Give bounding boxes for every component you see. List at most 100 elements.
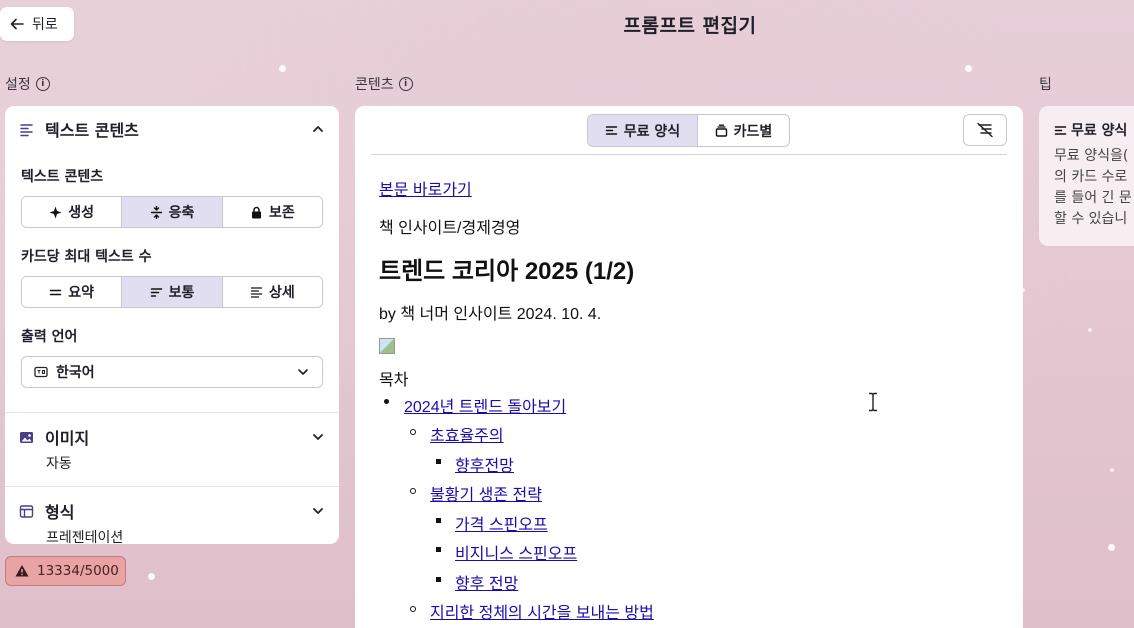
tips-line: 를 들어 긴 문 [1054, 190, 1132, 206]
freeform-icon [605, 126, 618, 135]
image-icon [20, 431, 33, 443]
background-dot [1108, 544, 1115, 551]
toc-bullet [410, 488, 416, 494]
toc-link[interactable]: 향후 전망 [455, 570, 518, 594]
tips-body: 무료 양식을( 의 카드 수로 를 들어 긴 문 할 수 있습니 [1054, 146, 1134, 230]
credit-warning-text: 13334/5000 [37, 563, 119, 579]
content-view-toggle: 무료 양식 카드별 [587, 114, 790, 147]
image-accordion-header[interactable]: 이미지 [5, 425, 339, 449]
output-language-value: 한국어 [56, 365, 95, 381]
content-panel: 무료 양식 카드별 본문 바로가기 책 인사이트/경제경영 트렌드 코리아 20… [355, 106, 1023, 628]
cards-toggle-button[interactable]: 카드별 [698, 115, 789, 146]
toc-link[interactable]: 초효율주의 [430, 422, 504, 446]
toc-bullet [436, 518, 441, 523]
tips-section-label: 팁 [1039, 74, 1052, 94]
clear-formatting-button[interactable] [963, 114, 1007, 146]
background-dot [279, 65, 286, 72]
background-dot [1110, 468, 1114, 472]
skip-to-content-link[interactable]: 본문 바로가기 [379, 182, 472, 199]
settings-panel: 텍스트 콘텐츠 텍스트 콘텐츠 생성 응축 보존 카드당 최대 텍스트 수 요약… [5, 106, 339, 544]
toc-link[interactable]: 지리한 정체의 시간을 보내는 방법 [430, 599, 654, 623]
toc-link[interactable]: 비지니스 스핀오프 [455, 540, 577, 564]
tips-title: 무료 양식 [1054, 120, 1134, 140]
format-value: 프레젠테이션 [46, 530, 124, 544]
image-title: 이미지 [19, 425, 89, 449]
toc-bullet [384, 399, 389, 404]
content-label: 콘텐츠 [355, 77, 394, 93]
format-title: 형식 [19, 499, 74, 523]
chevron-down-icon[interactable] [311, 430, 325, 444]
toc-link[interactable]: 2024년 트렌드 돌아보기 [404, 393, 566, 417]
chevron-up-icon[interactable] [311, 122, 325, 136]
mode-generate-button[interactable]: 생성 [22, 197, 123, 227]
text-lines-icon [20, 123, 33, 136]
tips-label: 팁 [1039, 77, 1052, 93]
mode-preserve-label: 보존 [268, 205, 295, 221]
toc-link[interactable]: 가격 스핀오프 [455, 511, 548, 535]
text-cursor-icon [869, 392, 877, 412]
cards-icon [715, 124, 727, 137]
amount-medium-button[interactable]: 보통 [122, 277, 223, 307]
document-preview: 본문 바로가기 책 인사이트/경제경영 트렌드 코리아 2025 (1/2) b… [379, 176, 999, 390]
lock-icon [251, 206, 261, 218]
amount-medium-label: 보통 [168, 285, 195, 301]
doc-breadcrumb: 책 인사이트/경제경영 [379, 220, 521, 237]
info-icon[interactable]: i [35, 77, 50, 91]
doc-byline: by 책 너머 인사이트 2024. 10. 4. [379, 306, 602, 323]
freeform-icon [1054, 125, 1067, 135]
output-language-label: 출력 언어 [21, 329, 78, 345]
clear-formatting-icon [977, 122, 993, 138]
credit-warning-badge[interactable]: 13334/5000 [5, 556, 126, 586]
amount-detailed-button[interactable]: 상세 [222, 277, 322, 307]
page-title: 프롬프트 편집기 [623, 15, 757, 37]
text-content-title-label: 텍스트 콘텐츠 [45, 121, 139, 140]
tips-line: 의 카드 수로 [1054, 169, 1128, 185]
background-dot [965, 65, 972, 72]
toc-link[interactable]: 불황기 생존 전략 [430, 481, 542, 505]
toc-link[interactable]: 향후전망 [455, 452, 514, 476]
layout-icon [19, 504, 34, 518]
freeform-toggle-button[interactable]: 무료 양식 [588, 115, 698, 146]
image-value: 자동 [46, 456, 72, 472]
toc-bullet [436, 577, 441, 582]
mode-condense-label: 응축 [168, 205, 195, 221]
chevron-down-icon[interactable] [311, 504, 325, 518]
tips-panel: 무료 양식 무료 양식을( 의 카드 수로 를 들어 긴 문 할 수 있습니 [1039, 106, 1134, 246]
amount-short-button[interactable]: 요약 [22, 277, 123, 307]
format-accordion-header[interactable]: 형식 [5, 499, 339, 523]
background-dot [148, 573, 155, 580]
condense-icon [150, 205, 162, 219]
divider [5, 486, 339, 487]
toolbar-divider [371, 154, 1007, 155]
info-icon[interactable]: i [398, 77, 413, 91]
toc-bullet [436, 547, 441, 552]
toc-bullet [410, 429, 416, 435]
mode-condense-button[interactable]: 응축 [122, 197, 223, 227]
settings-section-label: 설정 i [5, 74, 50, 94]
text-amount-segmented-control: 요약 보통 상세 [21, 276, 323, 308]
content-section-label: 콘텐츠 i [355, 74, 413, 94]
short-text-icon [50, 289, 62, 295]
medium-text-icon [150, 287, 162, 297]
image-title-label: 이미지 [45, 429, 90, 448]
mode-generate-label: 생성 [68, 205, 95, 221]
broken-image-icon [379, 338, 395, 354]
output-language-select[interactable]: 한국어 [21, 356, 323, 388]
format-title-label: 형식 [45, 503, 75, 522]
text-amount-label: 카드당 최대 텍스트 수 [21, 249, 152, 265]
text-mode-label: 텍스트 콘텐츠 [21, 169, 104, 185]
chevron-down-icon [298, 369, 308, 375]
text-content-title: 텍스트 콘텐츠 [19, 117, 139, 141]
warning-icon [15, 565, 29, 577]
mode-preserve-button[interactable]: 보존 [222, 197, 322, 227]
tips-line: 할 수 있습니 [1054, 211, 1128, 227]
cards-toggle-label: 카드별 [733, 123, 773, 140]
toc-bullet [436, 459, 441, 464]
amount-short-label: 요약 [68, 285, 95, 301]
text-mode-segmented-control: 생성 응축 보존 [21, 196, 323, 228]
text-content-accordion-header[interactable]: 텍스트 콘텐츠 [5, 106, 339, 152]
doc-heading: 트렌드 코리아 2025 (1/2) [379, 258, 635, 285]
tips-title-label: 무료 양식 [1071, 123, 1128, 139]
sparkle-icon [49, 206, 62, 218]
divider [5, 412, 339, 413]
